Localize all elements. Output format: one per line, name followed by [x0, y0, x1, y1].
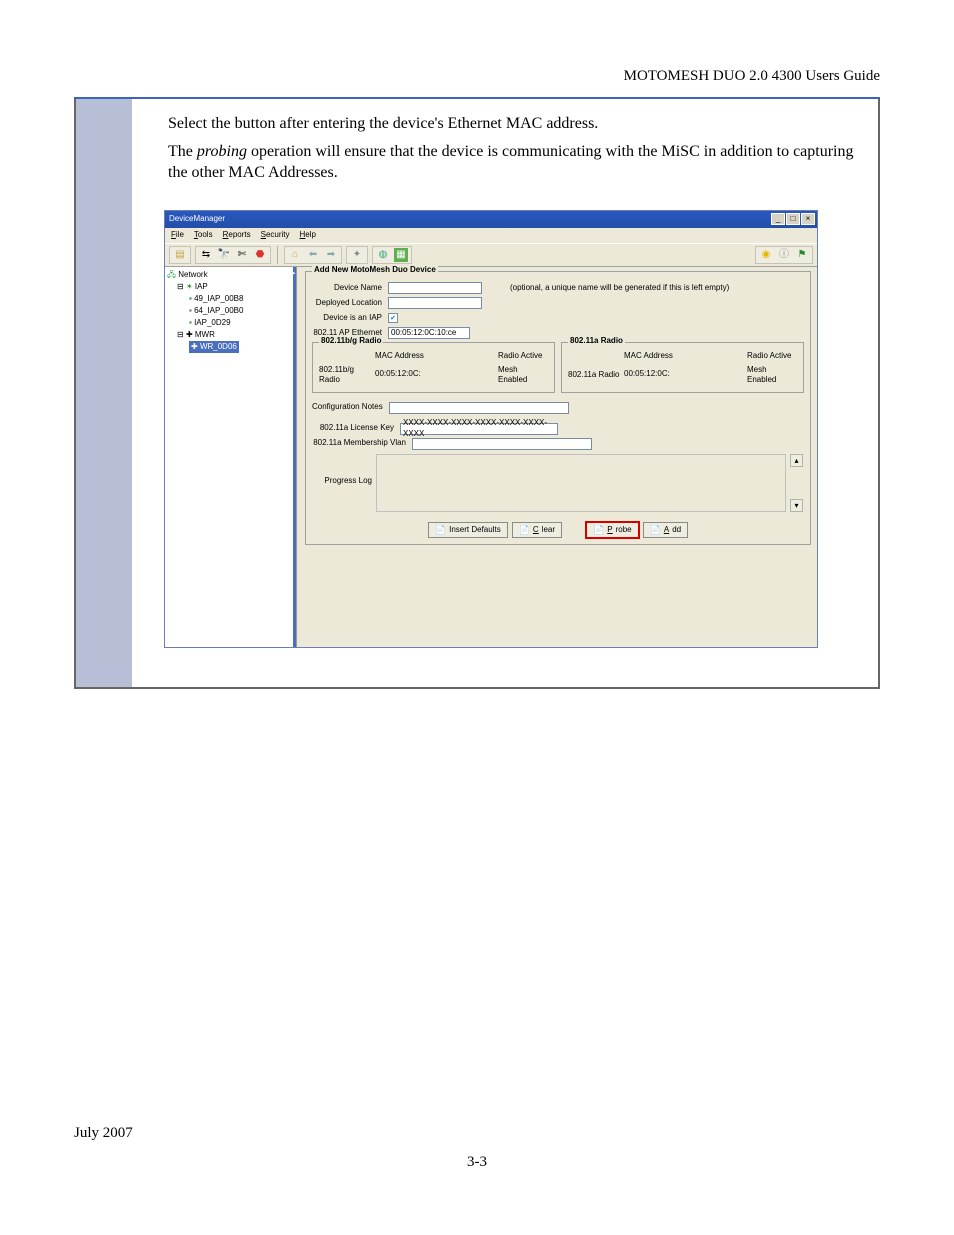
- menu-help[interactable]: Help: [300, 230, 316, 241]
- clear-icon: 📄: [519, 524, 530, 536]
- a-radio-label: 802.11a Radio: [568, 370, 620, 381]
- mesh-enabled-label: Mesh Enabled: [498, 365, 548, 387]
- ap-ethernet-input[interactable]: 00:05:12:0C:10:ce: [388, 327, 470, 339]
- text: operation will ensure that the device is…: [168, 143, 854, 182]
- config-notes-input[interactable]: [389, 402, 569, 414]
- content-frame: Select the button after entering the dev…: [74, 99, 880, 689]
- tree-item-selected[interactable]: ✚ WR_0D06: [189, 341, 239, 353]
- deployed-location-input[interactable]: [388, 297, 482, 309]
- maximize-button[interactable]: □: [786, 213, 800, 225]
- toolbar: ▤ ⇆ 🔭 ✄ ⬣ ⌂ ⬅ ➡ ✦: [165, 243, 817, 267]
- membership-vlan-label: 802.11a Membership Vlan: [312, 438, 408, 449]
- add-device-group: Add New MotoMesh Duo Device Device Name …: [305, 271, 811, 545]
- info-icon[interactable]: ⓘ: [777, 248, 791, 262]
- probe-icon: 📄: [593, 524, 604, 536]
- home-icon[interactable]: ⌂: [288, 248, 302, 262]
- close-button[interactable]: ×: [801, 213, 815, 225]
- refresh-nodes-icon[interactable]: ⇆: [199, 248, 213, 262]
- device-name-hint: (optional, a unique name will be generat…: [510, 283, 729, 294]
- binoculars-icon[interactable]: 🔭: [217, 248, 231, 262]
- record-icon[interactable]: ◉: [759, 248, 773, 262]
- globe-icon[interactable]: ◍: [376, 248, 390, 262]
- flag-icon[interactable]: ⚑: [795, 248, 809, 262]
- text: The: [168, 143, 197, 160]
- bg-radio-legend: 802.11b/g Radio: [319, 336, 383, 347]
- left-strip: [76, 99, 132, 687]
- probing-em: probing: [197, 143, 247, 160]
- instruction-line-2: The probing operation will ensure that t…: [168, 141, 858, 184]
- titlebar[interactable]: DeviceManager _ □ ×: [165, 211, 817, 228]
- bg-radio-group: 802.11b/g Radio MAC Address Radio Active…: [312, 342, 555, 393]
- form-zone: Add New MotoMesh Duo Device Device Name …: [297, 267, 817, 647]
- menu-security[interactable]: Security: [261, 230, 290, 241]
- tree-group-iap[interactable]: ⊟ ✶ IAP: [167, 281, 294, 293]
- defaults-icon: 📄: [435, 524, 446, 536]
- text: Select the: [168, 115, 235, 132]
- clear-button[interactable]: 📄Clear: [512, 522, 562, 538]
- a-radio-group: 802.11a Radio MAC Address Radio Active 8…: [561, 342, 804, 393]
- a-radio-legend: 802.11a Radio: [568, 336, 625, 347]
- bg-radio-mac-input[interactable]: 00:05:12:0C:: [375, 369, 480, 381]
- cut-icon[interactable]: ✄: [235, 248, 249, 262]
- config-notes-label: Configuration Notes: [312, 402, 385, 413]
- a-radio-mac-input[interactable]: 00:05:12:0C:: [624, 369, 729, 381]
- instruction-line-1: Select the button after entering the dev…: [168, 113, 858, 135]
- text: button after entering the device's Ether…: [235, 115, 599, 132]
- scroll-down-button[interactable]: ▾: [790, 499, 803, 512]
- mesh-enabled-label: Mesh Enabled: [747, 365, 797, 387]
- license-key-label: 802.11a License Key: [312, 423, 396, 434]
- group-legend: Add New MotoMesh Duo Device: [312, 265, 438, 276]
- deployed-location-label: Deployed Location: [312, 298, 384, 309]
- header-guide: MOTOMESH DUO 2.0 4300 Users Guide: [74, 68, 880, 85]
- tree-group-mwr[interactable]: ⊟ ✚ MWR: [167, 329, 294, 341]
- is-iap-checkbox[interactable]: ✔: [388, 313, 398, 323]
- insert-defaults-button[interactable]: 📄Insert Defaults: [428, 522, 508, 538]
- back-icon[interactable]: ⬅: [306, 248, 320, 262]
- stop-icon[interactable]: ⬣: [253, 248, 267, 262]
- membership-vlan-input[interactable]: [412, 438, 592, 450]
- minimize-button[interactable]: _: [771, 213, 785, 225]
- device-tree[interactable]: 🖧 Network ⊟ ✶ IAP ▪ 49_IAP_00B8 ▪ 64_IAP…: [165, 267, 297, 647]
- license-key-input[interactable]: XXXX-XXXX-XXXX-XXXX-XXXX-XXXX-XXXX: [400, 423, 558, 435]
- menu-tools[interactable]: Tools: [194, 230, 213, 241]
- add-icon: 📄: [650, 524, 661, 536]
- progress-log-label: Progress Log: [312, 454, 372, 512]
- add-button[interactable]: 📄Add: [643, 522, 688, 538]
- mac-address-label: MAC Address: [624, 351, 729, 362]
- tree-item[interactable]: ▪ IAP_0D29: [167, 317, 294, 329]
- progress-log-area: [376, 454, 786, 512]
- tree-item[interactable]: ▪ 49_IAP_00B8: [167, 293, 294, 305]
- tree-item[interactable]: ▪ 64_IAP_00B0: [167, 305, 294, 317]
- tools-icon[interactable]: ✦: [350, 248, 364, 262]
- footer-date: July 2007: [74, 1125, 880, 1142]
- device-name-input[interactable]: [388, 282, 482, 294]
- menu-file[interactable]: File: [171, 230, 184, 241]
- forward-icon[interactable]: ➡: [324, 248, 338, 262]
- sheet-icon[interactable]: ▦: [394, 248, 408, 262]
- window-title: DeviceManager: [169, 214, 225, 225]
- probe-button[interactable]: 📄Probe: [586, 522, 639, 538]
- footer-page: 3-3: [74, 1154, 880, 1171]
- menubar: File Tools Reports Security Help: [165, 228, 817, 243]
- bg-radio-label: 802.11b/g Radio: [319, 365, 371, 387]
- mac-address-label: MAC Address: [375, 351, 480, 362]
- radio-active-label: Radio Active: [747, 351, 797, 362]
- devicemanager-window: DeviceManager _ □ × File Tools Reports S…: [164, 210, 818, 648]
- radio-active-label: Radio Active: [498, 351, 548, 362]
- tree-root[interactable]: 🖧 Network: [167, 269, 294, 281]
- is-iap-label: Device is an IAP: [312, 313, 384, 324]
- scroll-up-button[interactable]: ▴: [790, 454, 803, 467]
- menu-reports[interactable]: Reports: [223, 230, 251, 241]
- device-name-label: Device Name: [312, 283, 384, 294]
- new-doc-icon[interactable]: ▤: [173, 248, 187, 262]
